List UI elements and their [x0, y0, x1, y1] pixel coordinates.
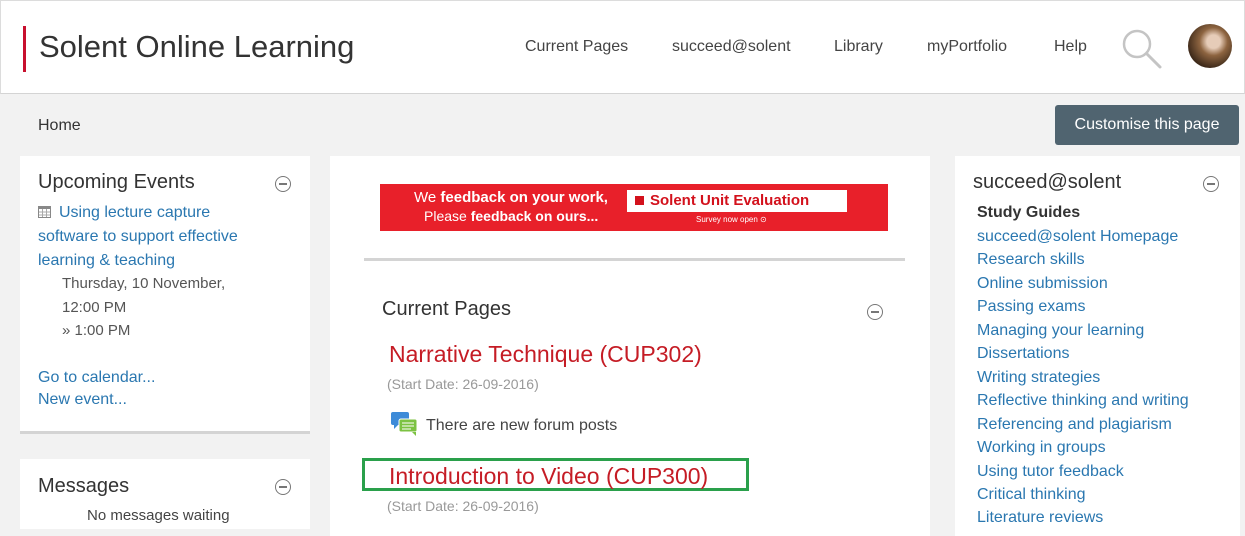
course-title-cup302[interactable]: Narrative Technique (CUP302)	[389, 341, 702, 368]
customise-page-button[interactable]: Customise this page	[1055, 105, 1239, 145]
course-start-date-cup300: (Start Date: 26-09-2016)	[387, 498, 539, 514]
nav-library[interactable]: Library	[834, 38, 883, 56]
study-guide-link[interactable]: Writing strategies	[977, 369, 1100, 387]
study-guide-link[interactable]: Online submission	[977, 275, 1108, 293]
breadcrumb-home[interactable]: Home	[38, 117, 81, 135]
unit-evaluation-banner[interactable]: We feedback on your work, Please feedbac…	[380, 184, 888, 231]
banner-line-2: Please feedback on ours...	[424, 208, 599, 224]
top-navbar: Solent Online Learning Current Pages suc…	[0, 0, 1245, 94]
study-guide-link[interactable]: Dissertations	[977, 345, 1069, 363]
event-title-line-1[interactable]: Using lecture capture	[38, 201, 210, 225]
collapse-current-pages-icon[interactable]	[867, 304, 883, 320]
banner-survey-open: Survey now open ⊙	[696, 215, 767, 224]
study-guide-link[interactable]: Managing your learning	[977, 322, 1144, 340]
go-to-calendar-link[interactable]: Go to calendar...	[38, 366, 155, 390]
study-guide-link[interactable]: Reflective thinking and writing	[977, 392, 1189, 410]
study-guides-heading: Study Guides	[977, 204, 1081, 221]
center-divider	[364, 258, 905, 261]
study-guide-link[interactable]: Research skills	[977, 251, 1085, 269]
event-end-time: » 1:00 PM	[62, 322, 131, 339]
study-guide-link[interactable]: Referencing and plagiarism	[977, 416, 1172, 434]
current-pages-title: Current Pages	[382, 298, 511, 320]
event-start-time: 12:00 PM	[62, 299, 127, 316]
nav-succeed[interactable]: succeed@solent	[672, 38, 791, 56]
user-avatar[interactable]	[1188, 24, 1232, 68]
forum-notice[interactable]: There are new forum posts	[426, 417, 617, 435]
course-title-cup300[interactable]: Introduction to Video (CUP300)	[389, 463, 708, 490]
study-guide-link[interactable]: Critical thinking	[977, 486, 1085, 504]
site-title[interactable]: Solent Online Learning	[39, 29, 354, 65]
new-event-link[interactable]: New event...	[38, 388, 127, 412]
calendar-icon	[38, 206, 51, 218]
collapse-succeed-icon[interactable]	[1203, 176, 1219, 192]
forum-posts-icon	[391, 412, 418, 436]
collapse-messages-icon[interactable]	[275, 479, 291, 495]
succeed-title: succeed@solent	[973, 171, 1122, 193]
study-guide-link[interactable]: Working in groups	[977, 439, 1106, 457]
event-link-text-1[interactable]: Using lecture capture	[59, 204, 210, 221]
nav-help[interactable]: Help	[1054, 38, 1087, 56]
search-icon[interactable]	[1120, 27, 1164, 71]
messages-title: Messages	[38, 475, 130, 497]
block-divider	[20, 431, 310, 434]
collapse-upcoming-events-icon[interactable]	[275, 176, 291, 192]
banner-line-1: We feedback on your work,	[414, 189, 608, 206]
event-date: Thursday, 10 November,	[62, 275, 226, 292]
study-guide-link[interactable]: Literature reviews	[977, 509, 1103, 527]
study-guide-link[interactable]: Passing exams	[977, 298, 1086, 316]
event-title-line-2[interactable]: software to support effective	[38, 225, 238, 249]
messages-status: No messages waiting	[87, 507, 230, 524]
study-guide-link[interactable]: succeed@solent Homepage	[977, 228, 1178, 246]
study-guide-link[interactable]: Using tutor feedback	[977, 463, 1124, 481]
event-title-line-3[interactable]: learning & teaching	[38, 249, 175, 273]
banner-evaluation-box: Solent Unit Evaluation	[627, 190, 847, 212]
upcoming-events-title: Upcoming Events	[38, 171, 195, 193]
nav-myportfolio[interactable]: myPortfolio	[927, 38, 1007, 56]
brand-accent-bar	[23, 26, 26, 72]
nav-current-pages[interactable]: Current Pages	[525, 38, 628, 56]
course-start-date-cup302: (Start Date: 26-09-2016)	[387, 376, 539, 392]
